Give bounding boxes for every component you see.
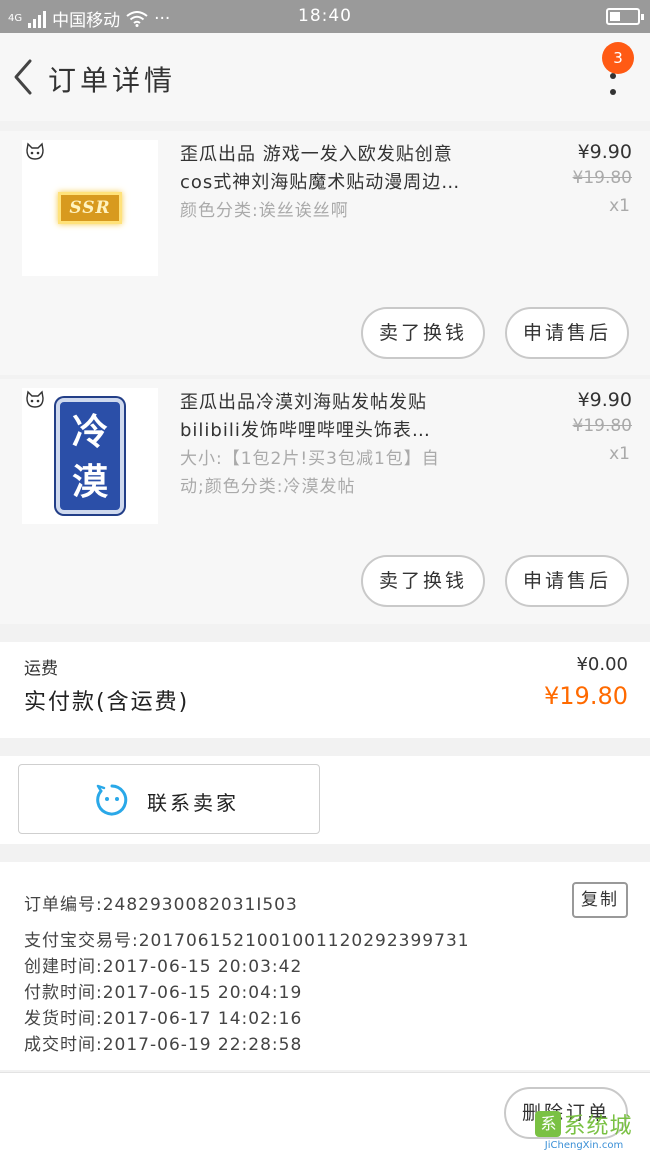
shipped-time: 发货时间:2017-06-17 14:02:16 [24,1009,303,1029]
quantity: x1 [609,444,630,464]
clock: 18:40 [298,6,352,26]
price-summary: 运费 ¥0.00 实付款(含运费) ¥19.80 [0,642,650,738]
resell-button[interactable]: 卖了换钱 [361,555,485,607]
lengmo-sticker-image: 冷漠 [56,398,124,514]
order-number: 订单编号:2482930082031I503 [24,895,298,915]
spec-line: 大小:【1包2片!买3包减1包】自 [180,449,440,469]
shipping-value: ¥0.00 [576,654,628,675]
after-sale-button[interactable]: 申请售后 [505,307,629,359]
quantity: x1 [609,196,630,216]
chat-face-icon [96,784,128,816]
battery-icon [606,8,644,25]
product-thumbnail[interactable]: 冷漠 [22,388,158,524]
completed-time: 成交时间:2017-06-19 22:28:58 [24,1035,303,1055]
created-time: 创建时间:2017-06-15 20:03:42 [24,957,303,977]
watermark-url: JiChengXin.com [544,1140,624,1151]
contact-seller-button[interactable]: 联系卖家 [18,764,320,834]
product-name-line: bilibili发饰哔哩哔哩头饰表… [180,420,431,441]
product-name-line: 歪瓜出品冷漠刘海贴发帖发贴 [180,392,427,413]
ssr-badge-image: SSR [58,192,122,224]
paid-label: 实付款(含运费) [24,690,190,715]
back-arrow-icon[interactable] [6,55,42,99]
product-name[interactable]: 歪瓜出品冷漠刘海贴发帖发贴 bilibili发饰哔哩哔哩头饰表… [180,389,510,445]
resell-button[interactable]: 卖了换钱 [361,307,485,359]
unit-price: ¥9.90 [577,389,632,411]
notification-badge[interactable]: 3 [602,42,634,74]
watermark-text: 系统城 [563,1114,633,1139]
spec-line: 颜色分类:诶丝诶丝啊 [180,201,349,221]
bottom-bar: 删除订单 系 系统城 JiChengXin.com [0,1072,650,1155]
product-spec: 颜色分类:诶丝诶丝啊 [180,197,510,225]
page-title: 订单详情 [48,64,177,97]
product-spec: 大小:【1包2片!买3包减1包】自 动;颜色分类:冷漠发帖 [180,445,510,501]
product-thumbnail[interactable]: SSR [22,140,158,276]
watermark-logo-icon: 系 [535,1111,562,1137]
nav-bar: 订单详情 3 [0,33,650,121]
shop-cat-icon [26,142,44,160]
order-info: 订单编号:2482930082031I503 复制 支付宝交易号:2017061… [0,862,650,1070]
spec-line: 动;颜色分类:冷漠发帖 [180,477,356,497]
original-price: ¥19.80 [572,416,632,436]
site-watermark: 系 系统城 JiChengXin.com [524,1108,644,1151]
product-name-line: cos式神刘海贴魔术贴动漫周边… [180,172,461,193]
shipping-label: 运费 [24,659,58,679]
alipay-number: 支付宝交易号:2017061521001001120292399731 [24,931,470,951]
contact-seller-label: 联系卖家 [147,791,239,815]
more-menu-icon[interactable] [606,71,620,101]
copy-button[interactable]: 复制 [572,882,628,918]
unit-price: ¥9.90 [577,141,632,163]
paid-value: ¥19.80 [544,682,628,710]
order-item[interactable]: SSR 歪瓜出品 游戏一发入欧发贴创意 cos式神刘海贴魔术贴动漫周边… 颜色分… [0,131,650,375]
paid-time: 付款时间:2017-06-15 20:04:19 [24,983,303,1003]
status-bar: 4G 中国移动 ··· 18:40 [0,0,650,33]
original-price: ¥19.80 [572,168,632,188]
product-name-line: 歪瓜出品 游戏一发入欧发贴创意 [180,144,453,165]
order-item[interactable]: 冷漠 歪瓜出品冷漠刘海贴发帖发贴 bilibili发饰哔哩哔哩头饰表… 大小:【… [0,379,650,624]
product-name[interactable]: 歪瓜出品 游戏一发入欧发贴创意 cos式神刘海贴魔术贴动漫周边… [180,141,510,197]
after-sale-button[interactable]: 申请售后 [505,555,629,607]
contact-section: 联系卖家 [0,756,650,844]
shop-cat-icon [26,390,44,408]
